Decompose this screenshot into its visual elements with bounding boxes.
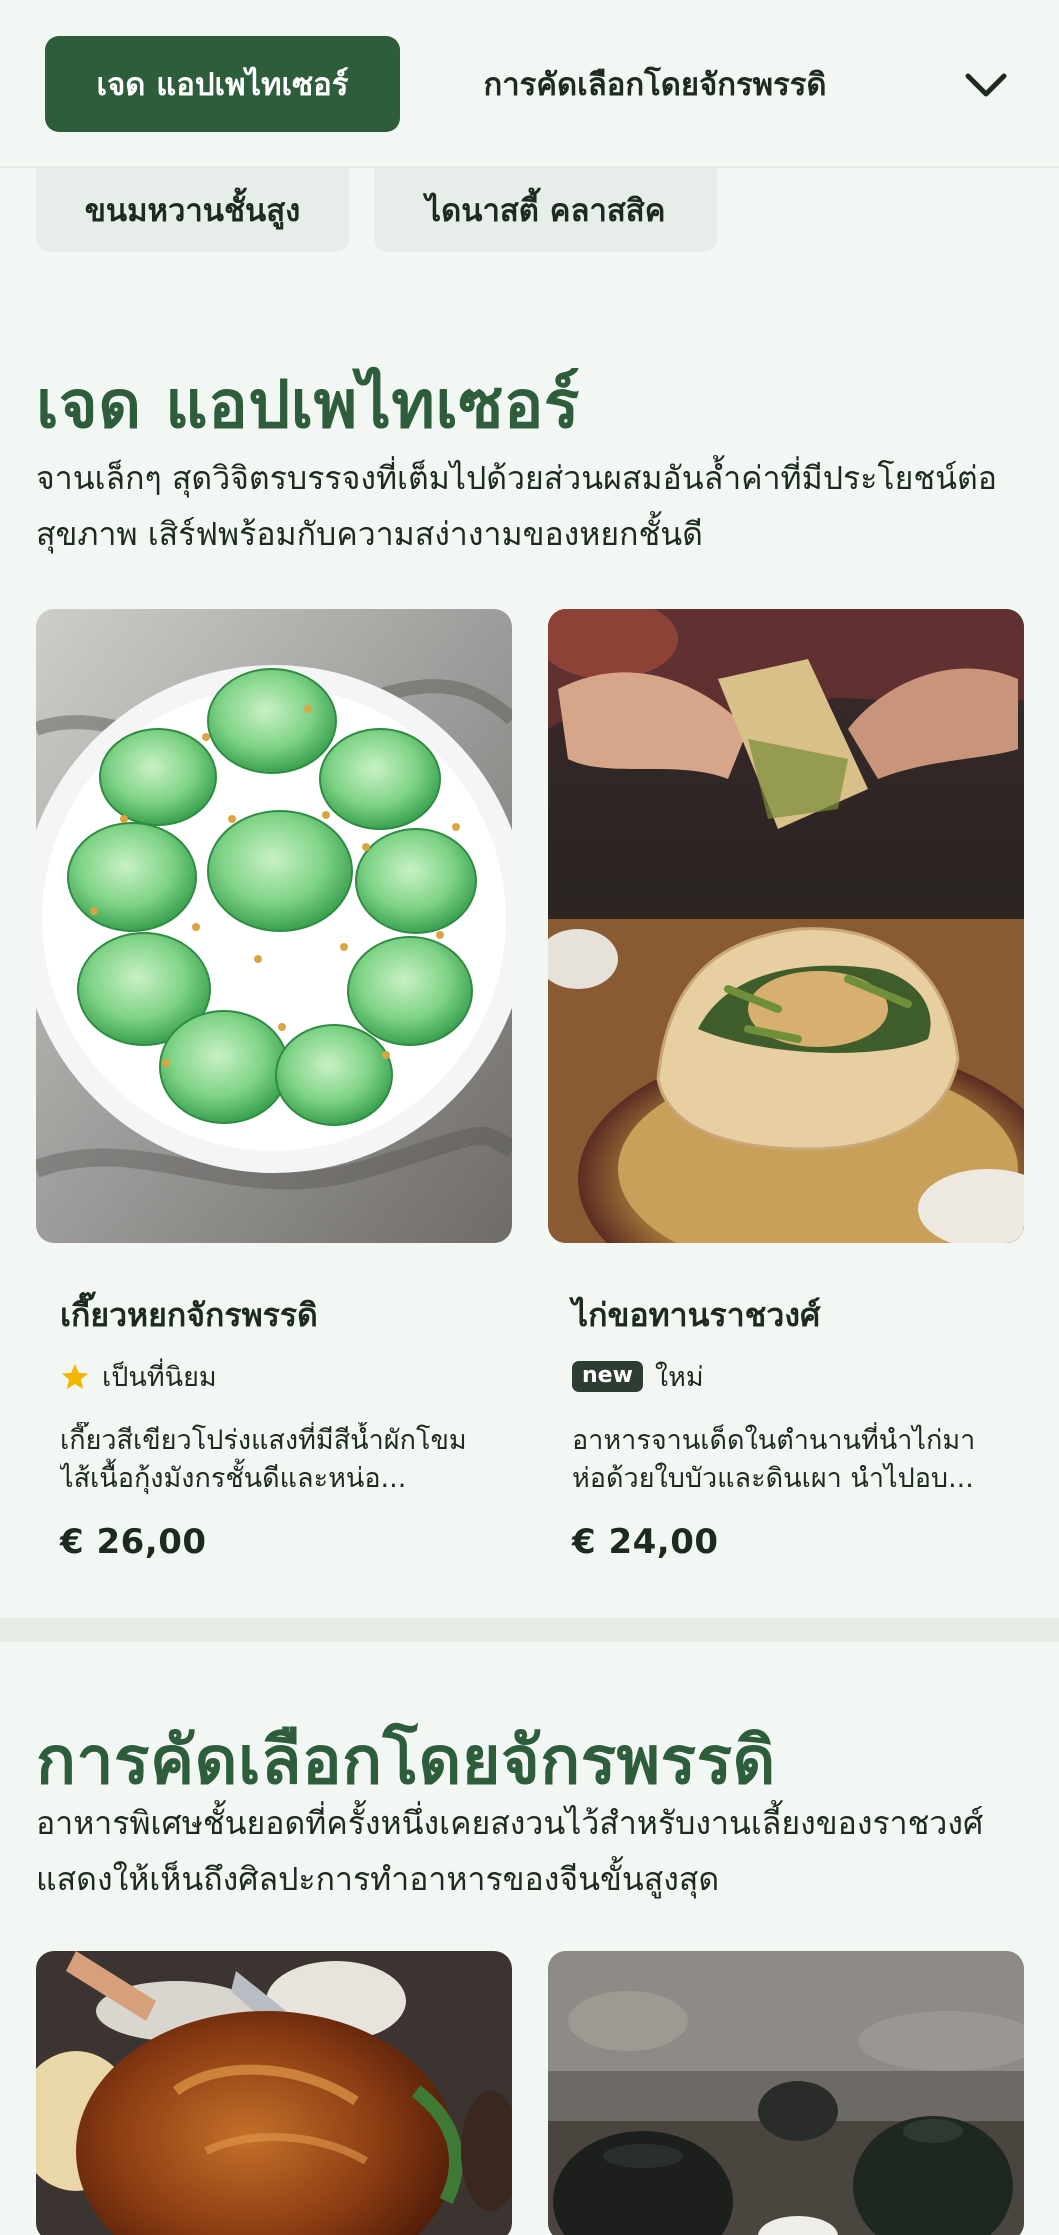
tea-set-image[interactable] (548, 1951, 1024, 2235)
item-price: € 26,00 (60, 1522, 207, 1562)
popular-badge: เป็นที่นิยม (60, 1355, 217, 1398)
item-name[interactable]: ไก่ขอทานราชวงศ์ (572, 1290, 820, 1341)
item-description: อาหารจานเด็ดในตำนานที่นำไก่มาห่อด้วยใบบั… (572, 1425, 976, 1494)
roast-duck-image[interactable] (36, 1951, 512, 2235)
chip-label: ขนมหวานชั้นสูง (84, 193, 301, 229)
chip-premium-desserts[interactable]: ขนมหวานชั้นสูง (36, 168, 349, 252)
section-divider (0, 1618, 1059, 1642)
tab-label: การคัดเลือกโดยจักรพรรดิ (483, 67, 827, 103)
tab-imperial-selection[interactable]: การคัดเลือกโดยจักรพรรดิ (445, 36, 865, 132)
item-price: € 24,00 (572, 1522, 719, 1562)
beggars-chicken-image[interactable] (548, 609, 1024, 1243)
section-title: เจด แอปเพไทเซอร์ (36, 366, 580, 443)
chip-label: ไดนาสตี้ คลาสสิค (425, 193, 666, 229)
tab-label: เจด แอปเพไทเซอร์ (96, 67, 349, 103)
category-nav: เจด แอปเพไทเซอร์ การคัดเลือกโดยจักรพรรดิ (0, 0, 1059, 168)
star-icon (61, 1363, 89, 1389)
new-pill: new (572, 1361, 643, 1392)
tab-jade-appetizers[interactable]: เจด แอปเพไทเซอร์ (45, 36, 400, 132)
dumpling-image[interactable] (36, 609, 512, 1243)
chip-dynasty-classics[interactable]: ไดนาสตี้ คลาสสิค (374, 168, 717, 252)
section-description: จานเล็กๆ สุดวิจิตรบรรจงที่เต็มไปด้วยส่วน… (36, 459, 997, 553)
badge-label: ใหม่ (654, 1362, 704, 1393)
section-description: อาหารพิเศษชั้นยอดที่ครั้งหนึ่งเคยสงวนไว้… (36, 1804, 984, 1898)
chevron-down-icon[interactable] (960, 58, 1012, 110)
item-name[interactable]: เกี๊ยวหยกจักรพรรดิ (60, 1290, 318, 1341)
new-badge: new ใหม่ (572, 1355, 704, 1398)
badge-label: เป็นที่นิยม (102, 1362, 217, 1393)
item-description: เกี๊ยวสีเขียวโปร่งแสงที่มีสีน้ำผักโขม ไส… (60, 1425, 467, 1494)
